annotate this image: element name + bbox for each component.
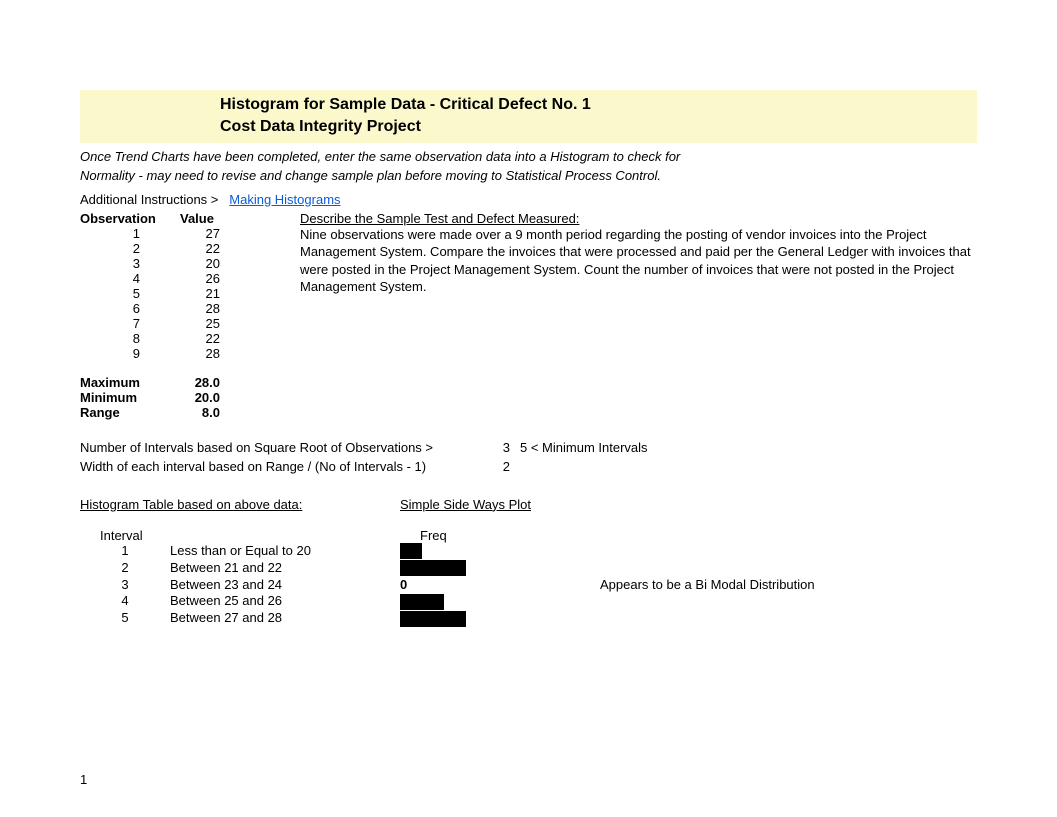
freq-bar — [400, 594, 444, 610]
observation-number: 4 — [80, 271, 180, 286]
observation-row: 521 — [80, 286, 240, 301]
hist-subheaders: Interval Freq — [80, 528, 977, 543]
observation-value: 22 — [180, 241, 240, 256]
calc-line2-num: 2 — [490, 457, 510, 477]
hist-headers: Histogram Table based on above data: Sim… — [80, 497, 977, 512]
observation-value: 28 — [180, 301, 240, 316]
hist-table-header: Histogram Table based on above data: — [80, 497, 400, 512]
hist-row: 1Less than or Equal to 201 — [80, 543, 977, 560]
page-number: 1 — [80, 772, 87, 787]
freq-bar — [400, 543, 422, 559]
val-header-label: Value — [180, 211, 240, 226]
freq-bar-cell: 2 — [400, 594, 600, 610]
observation-row: 725 — [80, 316, 240, 331]
freq-bar — [400, 560, 466, 576]
observation-number: 5 — [80, 286, 180, 301]
observation-row: 822 — [80, 331, 240, 346]
instructions-line: Additional Instructions > Making Histogr… — [80, 192, 977, 207]
observation-value: 26 — [180, 271, 240, 286]
observation-row: 928 — [80, 346, 240, 361]
obs-header-label: Observation — [80, 211, 180, 226]
observation-number: 8 — [80, 331, 180, 346]
describe-block: Describe the Sample Test and Defect Meas… — [240, 211, 977, 420]
interval-number: 2 — [80, 560, 170, 577]
interval-number: 5 — [80, 610, 170, 627]
freq-value: 0 — [400, 577, 414, 594]
describe-header: Describe the Sample Test and Defect Meas… — [300, 211, 977, 226]
max-label: Maximum — [80, 375, 180, 390]
calc-block: Number of Intervals based on Square Root… — [80, 438, 977, 477]
interval-description: Between 23 and 24 — [170, 577, 400, 594]
observation-value: 22 — [180, 331, 240, 346]
observation-row: 222 — [80, 241, 240, 256]
interval-description: Between 27 and 28 — [170, 610, 400, 627]
intro-line-2: Normality - may need to revise and chang… — [80, 166, 977, 186]
making-histograms-link[interactable]: Making Histograms — [229, 192, 340, 207]
interval-label: Interval — [80, 528, 190, 543]
freq-label: Freq — [420, 528, 620, 543]
freq-bar-cell: 3 — [400, 560, 600, 576]
observation-row: 628 — [80, 301, 240, 316]
title-band: Histogram for Sample Data - Critical Def… — [80, 90, 977, 143]
observation-value: 28 — [180, 346, 240, 361]
observation-value: 21 — [180, 286, 240, 301]
hist-note: Appears to be a Bi Modal Distribution — [600, 577, 977, 594]
calc-line1-num: 3 — [490, 438, 510, 458]
observation-number: 9 — [80, 346, 180, 361]
hist-row: 4Between 25 and 262 — [80, 593, 977, 610]
freq-value: 3 — [402, 627, 416, 644]
hist-plot-header: Simple Side Ways Plot — [400, 497, 531, 512]
instructions-label: Additional Instructions > — [80, 192, 218, 207]
freq-bar-cell: 0 — [400, 577, 600, 593]
hist-row: 5Between 27 and 283 — [80, 610, 977, 627]
hist-row: 3Between 23 and 240 Appears to be a Bi Mo… — [80, 577, 977, 594]
calc-line1-rest: 5 < Minimum Intervals — [510, 438, 648, 458]
observation-value: 25 — [180, 316, 240, 331]
interval-description: Between 21 and 22 — [170, 560, 400, 577]
observation-number: 3 — [80, 256, 180, 271]
freq-bar-cell: 3 — [400, 611, 600, 627]
interval-description: Less than or Equal to 20 — [170, 543, 400, 560]
observation-number: 7 — [80, 316, 180, 331]
stats-block: Maximum 28.0 Minimum 20.0 Range 8.0 — [80, 375, 240, 420]
intro-line-1: Once Trend Charts have been completed, e… — [80, 147, 977, 167]
calc-line2-text: Width of each interval based on Range / … — [80, 457, 490, 477]
observation-value: 20 — [180, 256, 240, 271]
interval-number: 1 — [80, 543, 170, 560]
observation-header: Observation Value — [80, 211, 240, 226]
min-value: 20.0 — [180, 390, 240, 405]
title-line-2: Cost Data Integrity Project — [220, 116, 977, 138]
observation-number: 1 — [80, 226, 180, 241]
freq-bar — [400, 611, 466, 627]
range-label: Range — [80, 405, 180, 420]
observation-row: 426 — [80, 271, 240, 286]
max-value: 28.0 — [180, 375, 240, 390]
observation-number: 2 — [80, 241, 180, 256]
describe-body: Nine observations were made over a 9 mon… — [300, 226, 977, 296]
hist-row: 2Between 21 and 223 — [80, 560, 977, 577]
page: Histogram for Sample Data - Critical Def… — [0, 0, 1057, 817]
min-label: Minimum — [80, 390, 180, 405]
interval-number: 4 — [80, 593, 170, 610]
observation-number: 6 — [80, 301, 180, 316]
intro-block: Once Trend Charts have been completed, e… — [80, 147, 977, 186]
observation-table: Observation Value 1272223204265216287258… — [80, 211, 240, 420]
calc-line1-text: Number of Intervals based on Square Root… — [80, 438, 490, 458]
interval-description: Between 25 and 26 — [170, 593, 400, 610]
freq-bar-cell: 1 — [400, 543, 600, 559]
interval-number: 3 — [80, 577, 170, 594]
observation-row: 127 — [80, 226, 240, 241]
title-line-1: Histogram for Sample Data - Critical Def… — [220, 94, 977, 116]
range-value: 8.0 — [180, 405, 240, 420]
observation-value: 27 — [180, 226, 240, 241]
observation-section: Observation Value 1272223204265216287258… — [80, 211, 977, 420]
observation-row: 320 — [80, 256, 240, 271]
